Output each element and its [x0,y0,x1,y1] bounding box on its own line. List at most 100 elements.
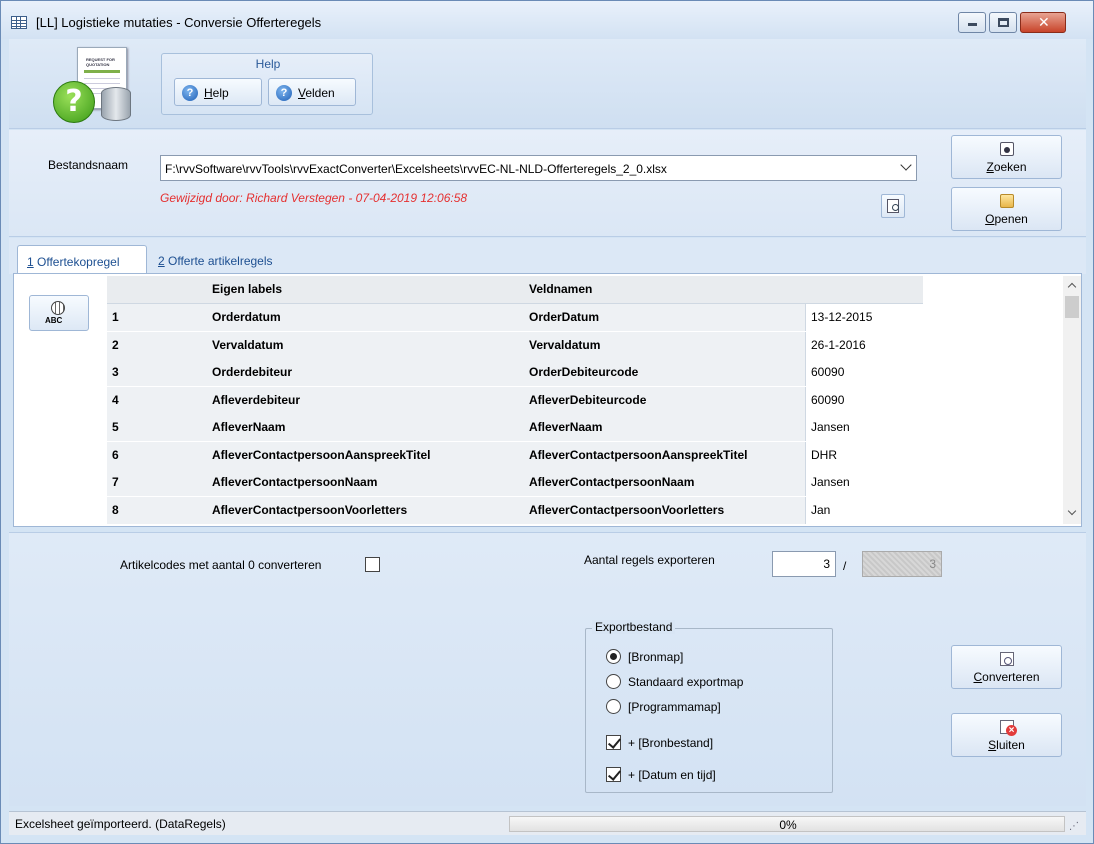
cell-eigen-label[interactable]: Orderdatum [205,304,523,331]
minimize-button[interactable] [958,12,986,33]
cell-veldnaam[interactable]: Vervaldatum [523,331,805,359]
table-icon [11,16,27,29]
radio-programmamap[interactable] [606,699,621,714]
cell-value[interactable]: 60090 [805,359,923,386]
preview-icon [887,199,899,213]
checkbox-datum-en-tijd-label[interactable]: + [Datum en tijd] [628,768,716,782]
table-row[interactable]: 5 AfleverNaam AfleverNaam Jansen [107,414,923,441]
velden-button[interactable]: ? Velden [268,78,356,106]
cell-value[interactable]: Jan [805,496,923,524]
cell-eigen-label[interactable]: AfleverContactpersoonNaam [205,469,523,496]
table-row[interactable]: 8 AfleverContactpersoonVoorletters Aflever… [107,496,923,524]
modified-info: Gewijzigd door: Richard Verstegen - 07-0… [160,191,468,205]
help-group-caption: Help [255,57,281,71]
database-icon [101,87,131,121]
status-bar: Excelsheet geïmporteerd. (DataRegels) 0%… [9,811,1086,835]
checkbox-bronbestand-label[interactable]: + [Bronbestand] [628,736,713,750]
table-row[interactable]: 4 Afleverdebiteur AfleverDebiteurcode 60090 [107,386,923,414]
openen-label: Openen [985,212,1028,226]
search-icon [1000,142,1014,156]
cell-veldnaam[interactable]: AfleverContactpersoonAanspreekTitel [523,441,805,469]
app-window: [LL] Logistieke mutaties - Conversie Off… [0,0,1094,844]
tab-offertekopregel[interactable]: 1 Offertekopregel [17,245,147,275]
file-path-combobox[interactable]: F:\rvvSoftware\rvvTools\rvvExactConverte… [160,155,917,181]
cell-value[interactable]: 26-1-2016 [805,331,923,359]
cell-veldnaam[interactable]: AfleverContactpersoonVoorletters [523,496,805,524]
cell-eigen-label[interactable]: AfleverNaam [205,414,523,441]
scrollbar-thumb[interactable] [1065,296,1079,318]
cell-value[interactable]: 13-12-2015 [805,304,923,331]
tab-offerte-artikelregels[interactable]: 2 Offerte artikelregels [149,245,299,275]
file-name-label: Bestandsnaam [48,158,129,172]
converteren-button[interactable]: Converteren [951,645,1062,689]
table-row[interactable]: 1 Orderdatum OrderDatum 13-12-2015 [107,304,923,331]
maximize-button[interactable] [989,12,1017,33]
artikelcodes-checkbox[interactable] [365,557,380,572]
close-window-button[interactable]: ✕ [1020,12,1066,33]
table-row[interactable]: 7 AfleverContactpersoonNaam AfleverContact… [107,469,923,496]
row-number[interactable]: 6 [107,441,205,469]
column-header-veldnamen: Veldnamen [523,276,805,303]
checkbox-bronbestand[interactable] [606,735,621,750]
chevron-down-icon[interactable] [1067,506,1077,516]
chevron-down-icon[interactable] [900,159,912,171]
window-title: [LL] Logistieke mutaties - Conversie Off… [36,15,322,30]
help-icon: ? [182,85,198,101]
table-row[interactable]: 3 Orderdebiteur OrderDebiteurcode 60090 [107,359,923,386]
aantal-regels-input[interactable]: 3 [772,551,836,577]
cell-veldnaam[interactable]: OrderDatum [523,304,805,331]
spellcheck-button[interactable]: ABC [29,295,89,331]
radio-bronmap-label[interactable]: [Bronmap] [628,650,683,664]
tab-label: 2 Offerte artikelregels [158,254,273,268]
table-row[interactable]: 2 Vervaldatum Vervaldatum 26-1-2016 [107,331,923,359]
cell-veldnaam[interactable]: OrderDebiteurcode [523,359,805,386]
chevron-up-icon[interactable] [1067,282,1077,292]
mapping-grid[interactable]: Eigen labels Veldnamen 1 Orderdatum OrderD… [107,276,1075,524]
status-text: Excelsheet geïmporteerd. (DataRegels) [15,817,226,831]
minimize-icon [968,23,977,26]
vertical-scrollbar[interactable] [1063,276,1081,524]
cell-veldnaam[interactable]: AfleverDebiteurcode [523,386,805,414]
sluiten-button[interactable]: Sluiten [951,713,1062,757]
cell-eigen-label[interactable]: AfleverContactpersoonVoorletters [205,496,523,524]
resize-grip-icon[interactable]: ⋰ [1069,821,1079,832]
separator-slash: / [843,559,847,573]
row-number[interactable]: 8 [107,496,205,524]
row-number[interactable]: 7 [107,469,205,496]
cell-veldnaam[interactable]: AfleverContactpersoonNaam [523,469,805,496]
column-header [107,276,205,303]
maximize-icon [998,18,1009,27]
row-number[interactable]: 4 [107,386,205,414]
row-number[interactable]: 5 [107,414,205,441]
cell-eigen-label[interactable]: Orderdebiteur [205,359,523,386]
cell-value[interactable]: 60090 [805,386,923,414]
cell-eigen-label[interactable]: AfleverContactpersoonAanspreekTitel [205,441,523,469]
cell-eigen-label[interactable]: Vervaldatum [205,331,523,359]
zoeken-button[interactable]: Zoeken [951,135,1062,179]
table-row[interactable]: 6 AfleverContactpersoonAanspreekTitel Afle… [107,441,923,469]
row-number[interactable]: 2 [107,331,205,359]
aantal-regels-total: 3 [862,551,942,577]
cell-value[interactable]: Jansen [805,414,923,441]
file-path-value: F:\rvvSoftware\rvvTools\rvvExactConverte… [165,162,667,176]
help-button[interactable]: ? Help [174,78,262,106]
progress-bar: 0% [509,816,1065,832]
radio-standaard-exportmap[interactable] [606,674,621,689]
cell-eigen-label[interactable]: Afleverdebiteur [205,386,523,414]
openen-button[interactable]: Openen [951,187,1062,231]
help-button-label: Help [204,86,229,100]
cell-value[interactable]: DHR [805,441,923,469]
help-group: Help ? Help ? Velden [161,53,373,115]
help-ribbon: REQUEST FOR QUOTATION ? Help ? Help ? Ve… [9,39,1086,129]
radio-programmamap-label[interactable]: [Programmamap] [628,700,721,714]
preview-button[interactable] [881,194,905,218]
logo-doc-text: REQUEST FOR QUOTATION [86,57,115,67]
radio-bronmap[interactable] [606,649,621,664]
cell-veldnaam[interactable]: AfleverNaam [523,414,805,441]
row-number[interactable]: 1 [107,304,205,331]
globe-icon [51,301,65,315]
radio-standaard-exportmap-label[interactable]: Standaard exportmap [628,675,743,689]
row-number[interactable]: 3 [107,359,205,386]
checkbox-datum-en-tijd[interactable] [606,767,621,782]
cell-value[interactable]: Jansen [805,469,923,496]
